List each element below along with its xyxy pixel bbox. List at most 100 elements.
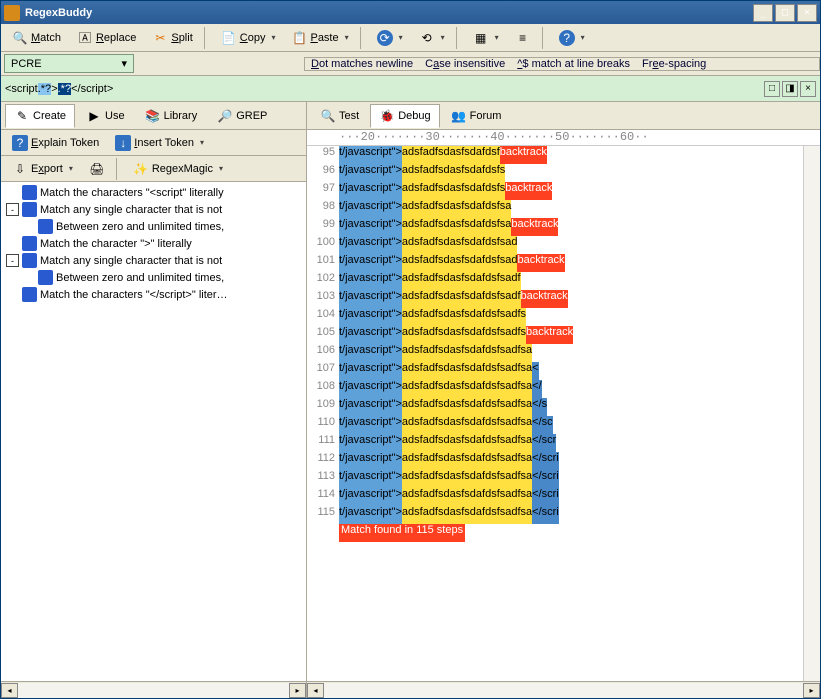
scroll-left-button[interactable]: ◂: [307, 683, 324, 698]
tab-use[interactable]: ▶Use: [77, 104, 134, 128]
tab-grep[interactable]: 🔎GREP: [208, 104, 276, 128]
close-button[interactable]: ×: [797, 4, 817, 22]
history-button[interactable]: ⟲: [412, 27, 452, 49]
scroll-right-button[interactable]: ▸: [803, 683, 820, 698]
tab-forum[interactable]: 👥Forum: [442, 104, 511, 128]
segment-matching: adsfadfsdasfsdafdsfsadfsa: [402, 470, 532, 488]
tab-debug[interactable]: 🐞Debug: [370, 104, 439, 128]
main-toolbar: 🔍Match 🄰Replace ✂Split 📄Copy 📋Paste ⟳ ⟲ …: [1, 24, 820, 52]
line-number: 95: [307, 146, 339, 164]
panel-max-button[interactable]: ◨: [782, 81, 798, 97]
export-button[interactable]: ⇩Export: [5, 158, 80, 180]
backtrack-label: backtrack: [500, 146, 547, 164]
segment-matching: adsfadfsdasfsdafdsfsadfs: [402, 326, 526, 344]
scroll-left-button[interactable]: ◂: [1, 683, 18, 698]
token-icon: [22, 185, 37, 200]
debug-row: 110t/javascript">adsfadfsdasfsdafdsfsadf…: [307, 416, 803, 434]
scroll-right-button[interactable]: ▸: [289, 683, 306, 698]
minimize-button[interactable]: _: [753, 4, 773, 22]
tab-test[interactable]: 🔍Test: [311, 104, 368, 128]
right-vscrollbar[interactable]: [803, 146, 820, 681]
segment-matching: adsfadfsdasfsdafdsfsad: [402, 236, 518, 254]
right-hscrollbar[interactable]: ◂▸: [307, 681, 820, 698]
option-case[interactable]: Case insensitive: [425, 58, 505, 70]
match-button[interactable]: 🔍Match: [5, 27, 68, 49]
debug-row: 112t/javascript">adsfadfsdasfsdafdsfsadf…: [307, 452, 803, 470]
split-button[interactable]: ✂Split: [145, 27, 199, 49]
line-number: 110: [307, 416, 339, 434]
copy-button[interactable]: 📄Copy: [214, 27, 283, 49]
line-number: 108: [307, 380, 339, 398]
help-button[interactable]: ?: [552, 27, 592, 49]
option-dot[interactable]: Dot matches newline: [311, 58, 413, 70]
insert-token-button[interactable]: ↓Insert Token: [108, 132, 211, 154]
segment-matching: adsfadfsdasfsdafdsfsadfsa: [402, 434, 532, 452]
line-number: 114: [307, 488, 339, 506]
segment-lookahead: </scr: [532, 434, 556, 452]
line-number: 109: [307, 398, 339, 416]
token-icon: [22, 202, 37, 217]
segment-lookahead: </scri: [532, 470, 559, 488]
pencil-icon: ✎: [14, 108, 30, 124]
options-row: PCRE▾ Dot matches newline Case insensiti…: [1, 52, 820, 76]
line-number: 97: [307, 182, 339, 200]
layout-list-button[interactable]: ≡: [508, 27, 538, 49]
segment-consumed: t/javascript">: [339, 308, 402, 326]
layout-grid-button[interactable]: ▦: [466, 27, 506, 49]
regex-text[interactable]: <script.*?>.*?</script>: [5, 81, 113, 96]
replace-button[interactable]: 🄰Replace: [70, 27, 143, 49]
bug-icon: 🐞: [379, 108, 395, 124]
option-anchors[interactable]: ^$ match at line breaks: [517, 58, 630, 70]
segment-consumed: t/javascript">: [339, 344, 402, 362]
token-icon: [22, 287, 37, 302]
segment-lookahead: </scri: [532, 488, 559, 506]
segment-consumed: t/javascript">: [339, 452, 402, 470]
tree-row[interactable]: -Match any single character that is not: [3, 252, 304, 269]
segment-matching: adsfadfsdasfsdafdsfsadfsa: [402, 380, 532, 398]
tree-label: Match any single character that is not: [40, 204, 222, 216]
maximize-button[interactable]: □: [775, 4, 795, 22]
option-free[interactable]: Free-spacing: [642, 58, 706, 70]
explain-tree[interactable]: Match the characters "<script" literally…: [1, 182, 306, 681]
tree-row[interactable]: Between zero and unlimited times,: [3, 269, 304, 286]
backtrack-label: backtrack: [517, 254, 564, 272]
tree-row[interactable]: - Match any single character that is not: [3, 201, 304, 218]
tree-row[interactable]: Match the characters "</script>" liter…: [3, 286, 304, 303]
regex-input-row[interactable]: <script.*?>.*?</script> □ ◨ ×: [1, 76, 820, 102]
tree-row[interactable]: Match the characters "<script" literally: [3, 184, 304, 201]
debug-listing[interactable]: 95t/javascript">adsfadfsdasfsdafdsfbackt…: [307, 146, 803, 681]
expand-icon[interactable]: -: [6, 203, 19, 216]
segment-consumed: t/javascript">: [339, 146, 402, 164]
right-panel: 🔍Test 🐞Debug 👥Forum ···20·······30······…: [307, 102, 820, 698]
tab-library[interactable]: 📚Library: [136, 104, 207, 128]
magnify-icon: 🔍: [12, 30, 28, 46]
debug-row: 95t/javascript">adsfadfsdasfsdafdsfbackt…: [307, 146, 803, 164]
tree-row[interactable]: Match the character ">" literally: [3, 235, 304, 252]
debug-row: 100t/javascript">adsfadfsdasfsdafdsfsad: [307, 236, 803, 254]
panel-close-button[interactable]: ×: [800, 81, 816, 97]
list-icon: ≡: [515, 30, 531, 46]
segment-matching: adsfadfsdasfsdafdsfsadf: [402, 272, 521, 290]
paste-button[interactable]: 📋Paste: [284, 27, 355, 49]
separator: [360, 27, 366, 49]
tree-row[interactable]: Between zero and unlimited times,: [3, 218, 304, 235]
segment-consumed: t/javascript">: [339, 326, 402, 344]
column-ruler: ···20·······30·······40·······50·······6…: [307, 130, 820, 146]
regex-options: Dot matches newline Case insensitive ^$ …: [304, 57, 820, 71]
explain-token-button[interactable]: ?Explain Token: [5, 132, 106, 154]
flavor-select[interactable]: PCRE▾: [4, 54, 134, 73]
print-button[interactable]: 🖨: [82, 158, 112, 180]
line-number: 99: [307, 218, 339, 236]
panel-min-button[interactable]: □: [764, 81, 780, 97]
expand-icon[interactable]: -: [6, 254, 19, 267]
paste-icon: 📋: [291, 30, 307, 46]
segment-matching: adsfadfsdasfsdafdsfsadfsa: [402, 344, 532, 362]
segment-consumed: t/javascript">: [339, 164, 402, 182]
refresh-button[interactable]: ⟳: [370, 27, 410, 49]
tree-label: Between zero and unlimited times,: [56, 272, 224, 284]
left-hscrollbar[interactable]: ◂▸: [1, 681, 306, 698]
tab-create[interactable]: ✎Create: [5, 104, 75, 128]
titlebar: RegexBuddy _ □ ×: [1, 1, 820, 24]
regexmagic-button[interactable]: ✨RegexMagic: [126, 158, 230, 180]
segment-consumed: t/javascript">: [339, 362, 402, 380]
